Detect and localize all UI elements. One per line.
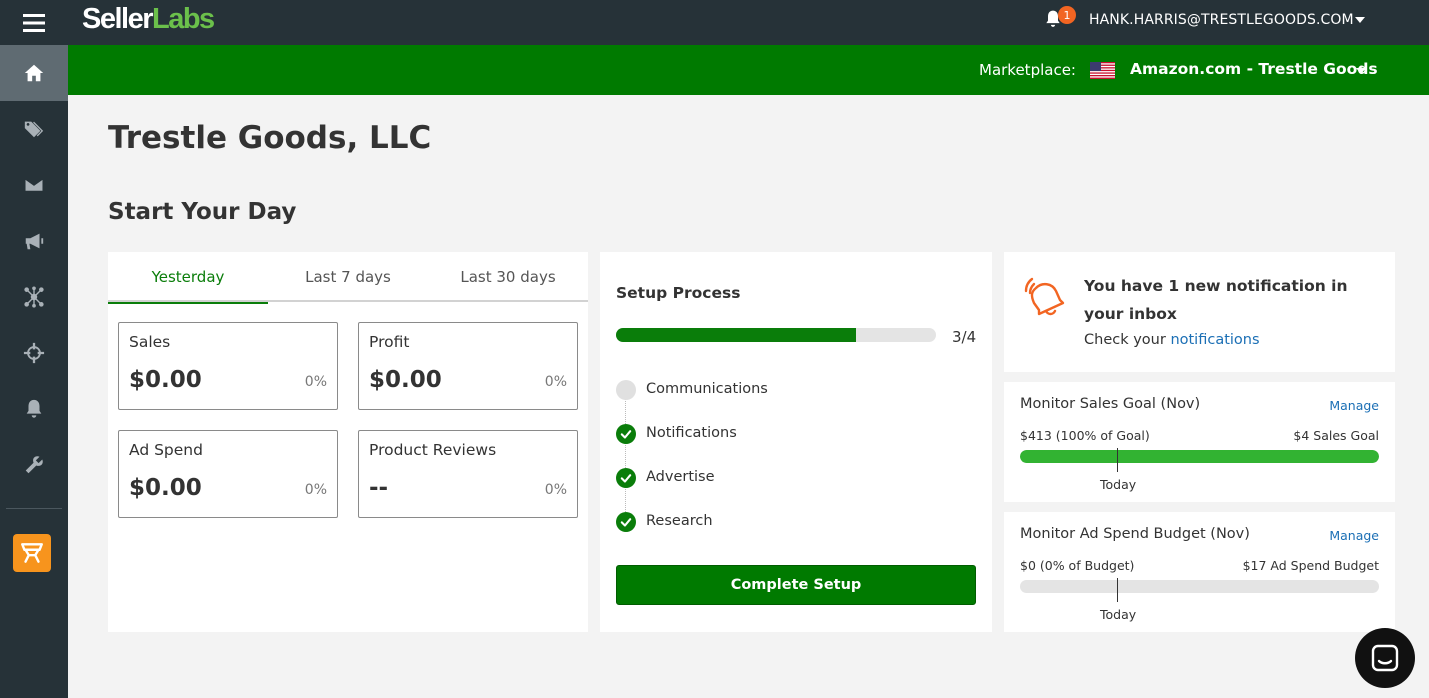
setup-process-card: Setup Process 3/4 Communications Notific… [600, 252, 992, 632]
step-research[interactable]: Research [616, 512, 916, 532]
manage-link[interactable]: Manage [1329, 398, 1379, 413]
tab-yesterday[interactable]: Yesterday [108, 252, 268, 304]
wrench-icon [25, 456, 43, 474]
monitor-progress-bar [1020, 580, 1379, 593]
notifications-link[interactable]: notifications [1170, 332, 1259, 348]
stat-percent: 0% [304, 482, 327, 498]
stat-percent: 0% [304, 374, 327, 390]
stat-percent: 0% [544, 374, 567, 390]
sellerlabs-logo[interactable]: SellerLabs [82, 3, 215, 36]
home-icon [24, 64, 44, 82]
stat-card-product-reviews[interactable]: Product Reviews -- 0% [358, 430, 578, 518]
step-status-icon [616, 380, 636, 400]
tab-last-30-days[interactable]: Last 30 days [428, 252, 588, 302]
manage-link[interactable]: Manage [1329, 528, 1379, 543]
monitor-progress-fill [1020, 450, 1379, 463]
crosshair-icon [23, 342, 45, 364]
setup-title: Setup Process [616, 284, 741, 302]
sidebar-item-notifications[interactable] [0, 381, 68, 437]
bell-icon [26, 399, 42, 418]
check-icon [616, 424, 636, 444]
sidebar [0, 0, 68, 698]
chevron-down-icon[interactable] [1356, 68, 1366, 74]
monitor-title: Monitor Ad Spend Budget (Nov) [1020, 526, 1250, 542]
notifications-button[interactable]: 1 [1043, 6, 1076, 34]
marketplace-bar: Marketplace: Amazon.com - Trestle Goods [68, 45, 1429, 95]
monitor-sales-goal-card: Monitor Sales Goal (Nov) Manage $413 (10… [1004, 382, 1395, 502]
stat-percent: 0% [544, 482, 567, 498]
stat-value: -- [369, 475, 389, 501]
stats-card: Yesterday Last 7 days Last 30 days Sales… [108, 252, 588, 632]
chat-icon [1371, 644, 1399, 672]
setup-progress-fill [616, 328, 856, 342]
sidebar-item-home[interactable] [0, 45, 68, 101]
stat-card-sales[interactable]: Sales $0.00 0% [118, 322, 338, 410]
network-icon [24, 286, 44, 308]
sidebar-item-network[interactable] [0, 269, 68, 325]
step-advertise[interactable]: Advertise [616, 468, 916, 488]
stat-value: $0.00 [129, 367, 202, 393]
monitor-ad-spend-card: Monitor Ad Spend Budget (Nov) Manage $0 … [1004, 512, 1395, 632]
today-label: Today [1100, 607, 1137, 622]
notification-card: You have 1 new notification in your inbo… [1004, 252, 1395, 372]
stat-value: $0.00 [129, 475, 202, 501]
sidebar-item-tags[interactable] [0, 101, 68, 157]
check-icon [616, 512, 636, 532]
stat-label: Ad Spend [129, 441, 203, 459]
us-flag-icon [1090, 62, 1115, 79]
marketplace-label: Marketplace: [979, 61, 1076, 79]
marketplace-selector[interactable]: Amazon.com - Trestle Goods [1130, 60, 1378, 78]
period-tabs: Yesterday Last 7 days Last 30 days [108, 252, 588, 304]
user-menu[interactable]: HANK.HARRIS@TRESTLEGOODS.COM [1089, 12, 1354, 28]
step-notifications[interactable]: Notifications [616, 424, 916, 444]
monitor-goal-value: $4 Sales Goal [1293, 428, 1379, 443]
step-label: Advertise [646, 469, 715, 485]
mail-icon [24, 177, 44, 193]
step-label: Research [646, 513, 713, 529]
monitor-current-value: $0 (0% of Budget) [1020, 558, 1135, 573]
check-icon [616, 468, 636, 488]
setup-progress-text: 3/4 [952, 328, 977, 346]
page-title: Trestle Goods, LLC [108, 120, 432, 156]
step-communications[interactable]: Communications [616, 380, 916, 400]
top-bar: SellerLabs 1 HANK.HARRIS@TRESTLEGOODS.CO… [68, 0, 1429, 45]
notification-text: Check your notifications [1084, 332, 1260, 348]
setup-progress-bar [616, 328, 936, 342]
notification-count-badge: 1 [1058, 6, 1076, 24]
sidebar-item-advertising[interactable] [0, 213, 68, 269]
stat-card-ad-spend[interactable]: Ad Spend $0.00 0% [118, 430, 338, 518]
tab-last-7-days[interactable]: Last 7 days [268, 252, 428, 302]
megaphone-icon [25, 233, 44, 250]
notification-title: You have 1 new notification in your inbo… [1084, 277, 1348, 323]
menu-button[interactable] [0, 0, 68, 45]
stat-label: Sales [129, 333, 171, 351]
storefront-icon [21, 543, 43, 563]
stat-label: Profit [369, 333, 410, 351]
ringing-bell-icon [1024, 277, 1065, 316]
today-marker [1117, 578, 1118, 602]
tag-icon [24, 121, 44, 138]
chevron-down-icon[interactable] [1355, 17, 1365, 23]
chat-launcher-button[interactable] [1355, 628, 1415, 688]
sidebar-app-button[interactable] [13, 534, 51, 572]
sidebar-item-targeting[interactable] [0, 325, 68, 381]
step-label: Communications [646, 381, 768, 397]
steps-connector [625, 392, 626, 522]
step-label: Notifications [646, 425, 737, 441]
stat-card-profit[interactable]: Profit $0.00 0% [358, 322, 578, 410]
sidebar-item-mail[interactable] [0, 157, 68, 213]
monitor-title: Monitor Sales Goal (Nov) [1020, 396, 1201, 412]
sidebar-divider [6, 508, 62, 509]
today-marker [1117, 448, 1118, 472]
today-label: Today [1100, 477, 1137, 492]
complete-setup-button[interactable]: Complete Setup [616, 565, 976, 605]
monitor-progress-bar [1020, 450, 1379, 463]
monitor-goal-value: $17 Ad Spend Budget [1242, 558, 1379, 573]
section-title: Start Your Day [108, 199, 297, 225]
stat-value: $0.00 [369, 367, 442, 393]
monitor-current-value: $413 (100% of Goal) [1020, 428, 1150, 443]
hamburger-menu-icon [23, 13, 45, 32]
sidebar-item-tools[interactable] [0, 437, 68, 493]
stat-label: Product Reviews [369, 441, 497, 459]
